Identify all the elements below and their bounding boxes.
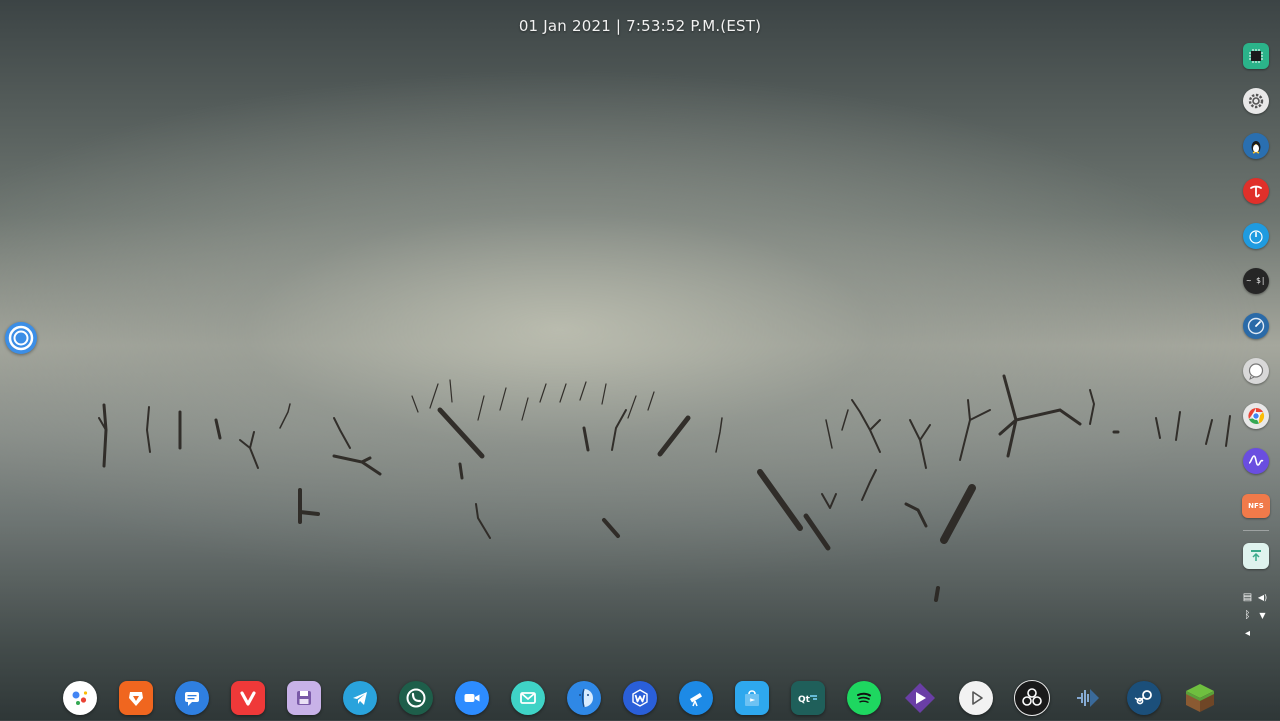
dock-item-zoom[interactable]: [444, 675, 500, 721]
dock-item-whatsapp[interactable]: [388, 675, 444, 721]
dock-item-disks[interactable]: [276, 675, 332, 721]
bluetooth-glyph: ᛒ: [1244, 609, 1251, 621]
terminal-icon: ~ $|: [1243, 267, 1269, 294]
envelope-icon: [511, 681, 545, 715]
svg-text:Qt: Qt: [798, 695, 811, 705]
spotify-icon: [847, 681, 881, 715]
dock-item-media-player[interactable]: [948, 675, 1004, 721]
play-circle-icon: [959, 681, 993, 715]
red-letter-icon: [1243, 177, 1269, 204]
launcher-ring-icon: [8, 325, 34, 351]
video-camera-icon: [455, 681, 489, 715]
dock-item-obs-studio[interactable]: [1004, 675, 1060, 721]
sidebar-item-nfs-folder[interactable]: NFS: [1238, 483, 1274, 528]
dock-item-mail[interactable]: [500, 675, 556, 721]
waveform-icon: [1243, 447, 1269, 474]
speedometer-icon: [1243, 312, 1269, 339]
chrome-icon: [1243, 402, 1269, 429]
finder-face-icon: [567, 681, 601, 715]
stopwatch-icon: [1243, 222, 1269, 249]
dock-item-stellarium[interactable]: [668, 675, 724, 721]
grass-block-icon: [1183, 681, 1217, 715]
sidebar-separator: [1243, 530, 1269, 531]
cpu-chip-icon: [1243, 42, 1269, 69]
dock-item-spotify[interactable]: [836, 675, 892, 721]
speaker-icon[interactable]: ◀): [1255, 590, 1270, 604]
speaker-glyph: ◀): [1257, 592, 1268, 602]
dock-item-kdenlive[interactable]: [892, 675, 948, 721]
datetime-clock[interactable]: 01 Jan 2021 | 7:53:52 P.M.(EST): [0, 17, 1280, 35]
dock-item-messages[interactable]: [164, 675, 220, 721]
dock-item-brave[interactable]: [108, 675, 164, 721]
dock-item-minecraft[interactable]: [1172, 675, 1228, 721]
qt-logo-icon: Qt: [791, 681, 825, 715]
telescope-icon: [679, 681, 713, 715]
dock-item-steam[interactable]: [1116, 675, 1172, 721]
sidebar-item-terminal[interactable]: ~ $|: [1238, 258, 1274, 303]
waveform-arrow-icon: [1071, 681, 1105, 715]
dock-item-files[interactable]: [556, 675, 612, 721]
wallpaper-image: [0, 360, 1280, 720]
sidebar-item-audio-wave[interactable]: [1238, 438, 1274, 483]
dock-item-wps-office[interactable]: [612, 675, 668, 721]
paper-plane-icon: [343, 681, 377, 715]
phone-bubble-icon: [399, 681, 433, 715]
launcher-button[interactable]: [5, 322, 37, 354]
sidebar-item-linux-app[interactable]: [1238, 123, 1274, 168]
chat-bubble-icon: [175, 681, 209, 715]
shopping-bag-icon: [735, 681, 769, 715]
dock-item-audio-editor[interactable]: [1060, 675, 1116, 721]
chevron-left-icon[interactable]: ◂: [1240, 626, 1255, 640]
dock-item-software-store[interactable]: [724, 675, 780, 721]
dock-item-telegram[interactable]: [332, 675, 388, 721]
wps-w-icon: [623, 681, 657, 715]
speech-bubble-icon: [1243, 357, 1269, 384]
recycle-bin-icon: [1243, 542, 1269, 569]
sidebar-item-red-app[interactable]: [1238, 168, 1274, 213]
sidebar-item-trash[interactable]: [1238, 533, 1274, 578]
sidebar-item-cpu-monitor[interactable]: [1238, 33, 1274, 78]
nfs-label: NFS: [1248, 501, 1264, 510]
play-diamond-icon: [903, 681, 937, 715]
bluetooth-icon[interactable]: ᛒ: [1240, 608, 1255, 622]
dock-item-vivaldi[interactable]: [220, 675, 276, 721]
google-assistant-icon: [63, 681, 97, 715]
clipboard-icon[interactable]: ▤: [1240, 590, 1255, 604]
steam-icon: [1127, 681, 1161, 715]
clipboard-glyph: ▤: [1242, 591, 1253, 603]
wifi-icon[interactable]: ▼: [1255, 608, 1270, 622]
sidebar-item-speed-monitor[interactable]: [1238, 303, 1274, 348]
obs-icon: [1014, 680, 1050, 716]
floppy-disk-icon: [287, 681, 321, 715]
nfs-folder-icon: NFS: [1242, 493, 1270, 518]
system-tray: ▤ ◀) ᛒ ▼ ◂: [1240, 590, 1270, 640]
sidebar-item-timer[interactable]: [1238, 213, 1274, 258]
sidebar-item-settings[interactable]: [1238, 78, 1274, 123]
dock-item-qt-creator[interactable]: Qt: [780, 675, 836, 721]
sidebar-item-chat[interactable]: [1238, 348, 1274, 393]
chevron-glyph: ◂: [1244, 627, 1251, 639]
dock: Qt: [52, 675, 1228, 721]
gear-icon: [1243, 87, 1269, 114]
tux-penguin-icon: [1243, 132, 1269, 159]
dock-item-google-assistant[interactable]: [52, 675, 108, 721]
wifi-glyph: ▼: [1259, 610, 1266, 620]
brave-lion-icon: [119, 681, 153, 715]
sidebar-item-chrome[interactable]: [1238, 393, 1274, 438]
terminal-glyph: ~ $|: [1246, 276, 1266, 285]
vivaldi-icon: [231, 681, 265, 715]
right-sidebar: ~ $| NFS: [1238, 33, 1274, 578]
